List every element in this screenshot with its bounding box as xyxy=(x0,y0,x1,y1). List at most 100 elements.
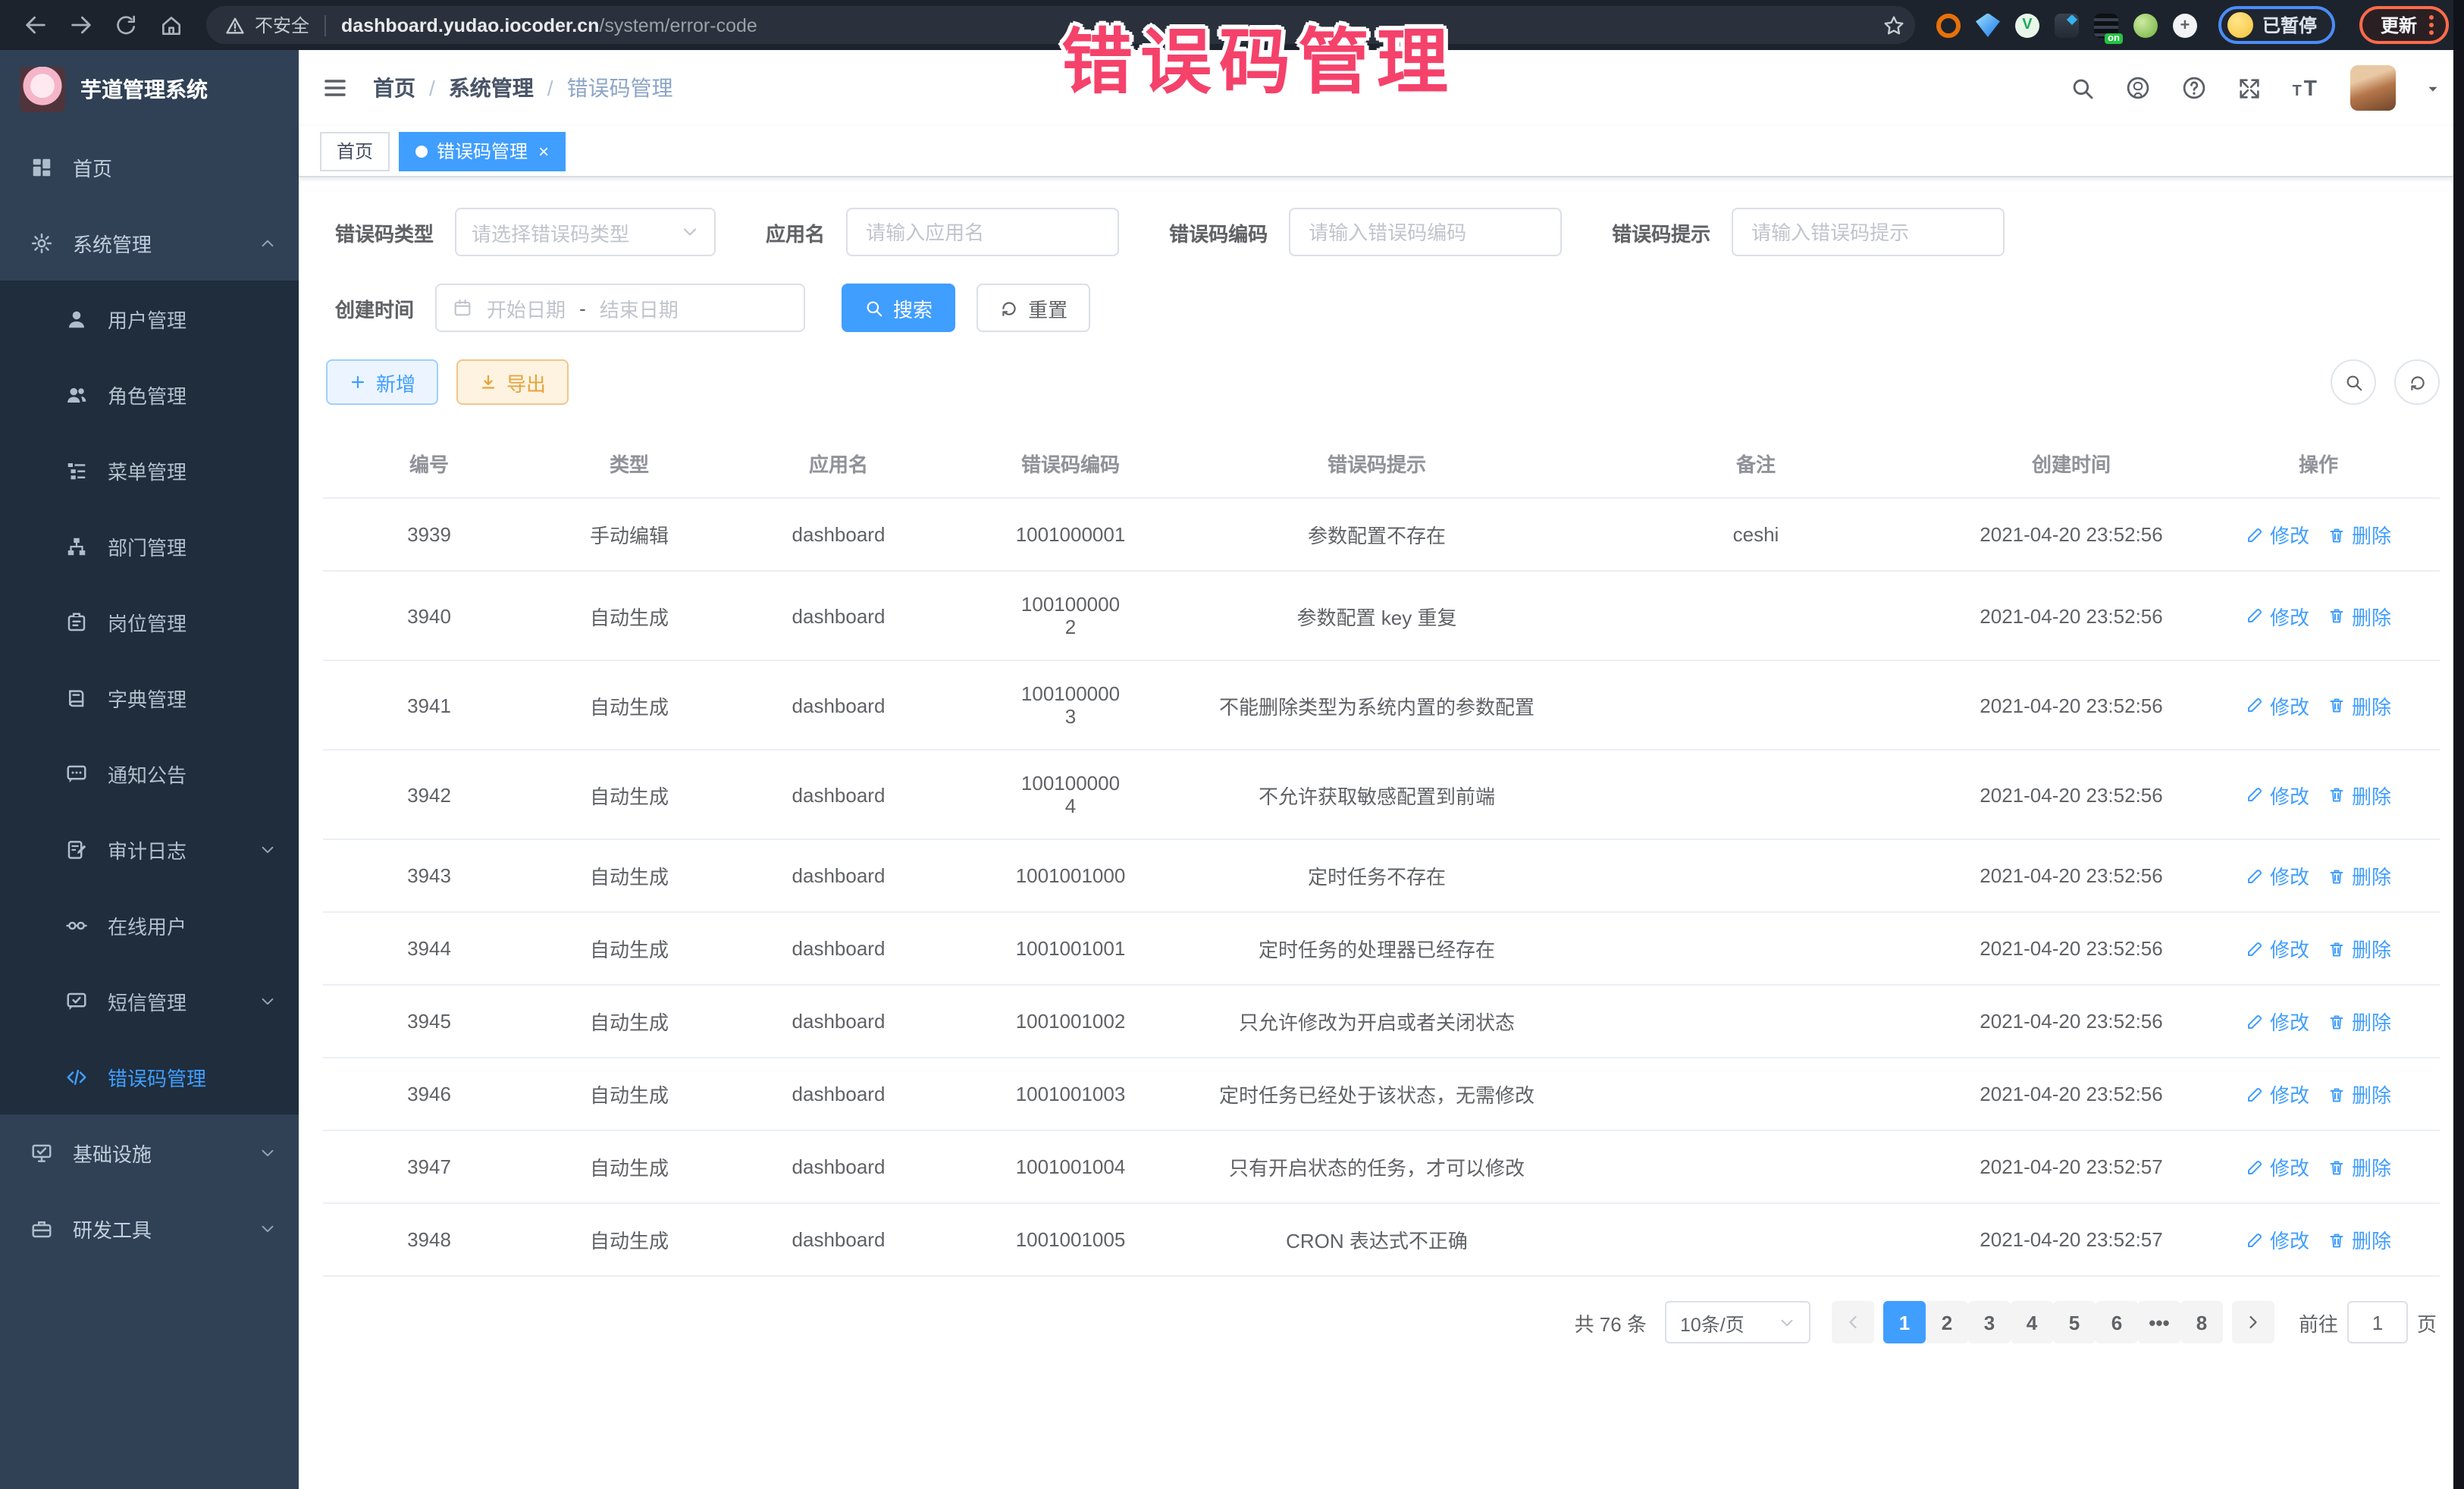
delete-link[interactable]: 删除 xyxy=(2328,1152,2391,1181)
browser-update-button[interactable]: 更新 xyxy=(2359,6,2449,44)
help-icon[interactable] xyxy=(2180,74,2208,102)
edit-link[interactable]: 修改 xyxy=(2246,861,2309,890)
sidebar-item-dashboard[interactable]: 首页 xyxy=(0,129,299,205)
edit-link[interactable]: 修改 xyxy=(2246,691,2309,719)
page-button[interactable]: 1 xyxy=(1883,1301,1926,1343)
delete-link[interactable]: 删除 xyxy=(2328,691,2391,719)
extension-orange-icon[interactable] xyxy=(1936,13,1961,37)
column-header: 应用名 xyxy=(723,429,954,498)
sidebar-item-sms[interactable]: 短信管理 xyxy=(0,963,299,1039)
security-indicator[interactable]: 不安全 xyxy=(224,12,309,38)
sidebar-item-tools[interactable]: 研发工具 xyxy=(0,1190,299,1266)
search-icon[interactable] xyxy=(2070,75,2096,101)
edit-link[interactable]: 修改 xyxy=(2246,1007,2309,1036)
user-avatar[interactable] xyxy=(2350,65,2396,111)
breadcrumb-item[interactable]: 错误码管理 xyxy=(567,73,673,103)
browser-reload-button[interactable] xyxy=(106,5,146,45)
error-type-select[interactable]: 请选择错误码类型 xyxy=(455,208,716,256)
fullscreen-icon[interactable] xyxy=(2237,75,2262,101)
reset-button[interactable]: 重置 xyxy=(977,284,1090,332)
goto-page-input[interactable] xyxy=(2347,1301,2408,1343)
edit-link[interactable]: 修改 xyxy=(2246,520,2309,549)
delete-link[interactable]: 删除 xyxy=(2328,780,2391,809)
address-bar[interactable]: 不安全 dashboard.yudao.iocoder.cn/system/er… xyxy=(206,6,1915,44)
table-tools xyxy=(2331,359,2440,405)
delete-link[interactable]: 删除 xyxy=(2328,934,2391,963)
sidebar-item-users[interactable]: 角色管理 xyxy=(0,356,299,432)
extensions-puzzle-icon[interactable]: + xyxy=(2173,13,2197,37)
extension-grid-icon[interactable] xyxy=(2055,13,2079,37)
next-page-button[interactable] xyxy=(2232,1301,2274,1343)
edit-link[interactable]: 修改 xyxy=(2246,1225,2309,1254)
page-button[interactable]: 3 xyxy=(1968,1301,2011,1343)
page-button[interactable]: 6 xyxy=(2096,1301,2138,1343)
chevron-down-icon xyxy=(259,841,276,857)
sidebar-item-label: 用户管理 xyxy=(108,304,187,333)
edit-link[interactable]: 修改 xyxy=(2246,934,2309,963)
sidebar-item-log[interactable]: 审计日志 xyxy=(0,811,299,887)
table-cell: 3943 xyxy=(323,839,535,912)
date-range-picker[interactable]: 开始日期 - 结束日期 xyxy=(435,284,805,332)
bookmark-star-icon[interactable] xyxy=(1882,13,1906,37)
sidebar-item-gear[interactable]: 系统管理 xyxy=(0,205,299,281)
browser-back-button[interactable] xyxy=(15,5,55,45)
edit-link[interactable]: 修改 xyxy=(2246,601,2309,630)
extension-switch-icon[interactable]: on xyxy=(2094,13,2118,37)
export-button[interactable]: 导出 xyxy=(456,359,569,405)
sidebar-item-online[interactable]: 在线用户 xyxy=(0,887,299,963)
prev-page-button[interactable] xyxy=(1832,1301,1874,1343)
page-button[interactable]: 5 xyxy=(2053,1301,2096,1343)
font-size-icon[interactable] xyxy=(2291,73,2321,103)
page-size-select[interactable]: 10条/页 xyxy=(1665,1301,1810,1343)
extension-green-v-icon[interactable]: V xyxy=(2015,13,2039,37)
delete-link[interactable]: 删除 xyxy=(2328,1225,2391,1254)
sidebar-item-label: 研发工具 xyxy=(73,1214,152,1243)
delete-link[interactable]: 删除 xyxy=(2328,1007,2391,1036)
infra-icon xyxy=(30,1141,53,1164)
sidebar-submenu: 用户管理角色管理菜单管理部门管理岗位管理字典管理通知公告审计日志在线用户短信管理… xyxy=(0,281,299,1114)
breadcrumb-item[interactable]: 首页 xyxy=(373,73,415,103)
github-icon[interactable] xyxy=(2124,74,2152,102)
avatar-caret-down-icon[interactable] xyxy=(2425,80,2441,96)
page-button[interactable]: 8 xyxy=(2180,1301,2223,1343)
browser-home-button[interactable] xyxy=(152,5,191,45)
sidebar-item-infra[interactable]: 基础设施 xyxy=(0,1114,299,1190)
actions-cell: 修改删除 xyxy=(2197,750,2440,839)
extension-key-icon[interactable] xyxy=(2133,13,2158,37)
edit-link[interactable]: 修改 xyxy=(2246,1080,2309,1108)
toggle-search-button[interactable] xyxy=(2331,359,2376,405)
app-name-input[interactable] xyxy=(846,208,1119,256)
sidebar-item-code[interactable]: 错误码管理 xyxy=(0,1039,299,1114)
edit-link[interactable]: 修改 xyxy=(2246,780,2309,809)
breadcrumb-item[interactable]: 系统管理 xyxy=(449,73,534,103)
delete-link[interactable]: 删除 xyxy=(2328,520,2391,549)
close-icon[interactable]: × xyxy=(538,142,549,160)
error-code-input[interactable] xyxy=(1289,208,1562,256)
profile-paused-badge[interactable]: 已暂停 xyxy=(2218,6,2335,44)
page-button[interactable]: 2 xyxy=(1926,1301,1968,1343)
extension-vue-devtools-icon[interactable] xyxy=(1976,13,2000,37)
sidebar-item-dict[interactable]: 字典管理 xyxy=(0,660,299,735)
page-ellipsis[interactable]: ••• xyxy=(2138,1301,2180,1343)
refresh-table-button[interactable] xyxy=(2394,359,2440,405)
tab-active[interactable]: 错误码管理× xyxy=(399,131,566,171)
edit-link[interactable]: 修改 xyxy=(2246,1152,2309,1181)
error-hint-input[interactable] xyxy=(1732,208,2005,256)
sidebar-item-badge[interactable]: 岗位管理 xyxy=(0,584,299,660)
sidebar-item-notice[interactable]: 通知公告 xyxy=(0,735,299,811)
tab-item[interactable]: 首页 xyxy=(320,131,390,171)
delete-link[interactable]: 删除 xyxy=(2328,601,2391,630)
app-logo[interactable]: 芋道管理系统 xyxy=(0,50,299,129)
dict-icon xyxy=(65,686,88,709)
sidebar-item-org[interactable]: 部门管理 xyxy=(0,508,299,584)
sidebar-item-tree[interactable]: 菜单管理 xyxy=(0,432,299,508)
sidebar-item-user[interactable]: 用户管理 xyxy=(0,281,299,356)
browser-menu-icon[interactable] xyxy=(2429,15,2434,35)
page-button[interactable]: 4 xyxy=(2011,1301,2053,1343)
add-button[interactable]: 新增 xyxy=(326,359,438,405)
hamburger-icon[interactable] xyxy=(321,74,349,102)
delete-link[interactable]: 删除 xyxy=(2328,861,2391,890)
search-button[interactable]: 搜索 xyxy=(842,284,955,332)
browser-forward-button[interactable] xyxy=(61,5,100,45)
delete-link[interactable]: 删除 xyxy=(2328,1080,2391,1108)
